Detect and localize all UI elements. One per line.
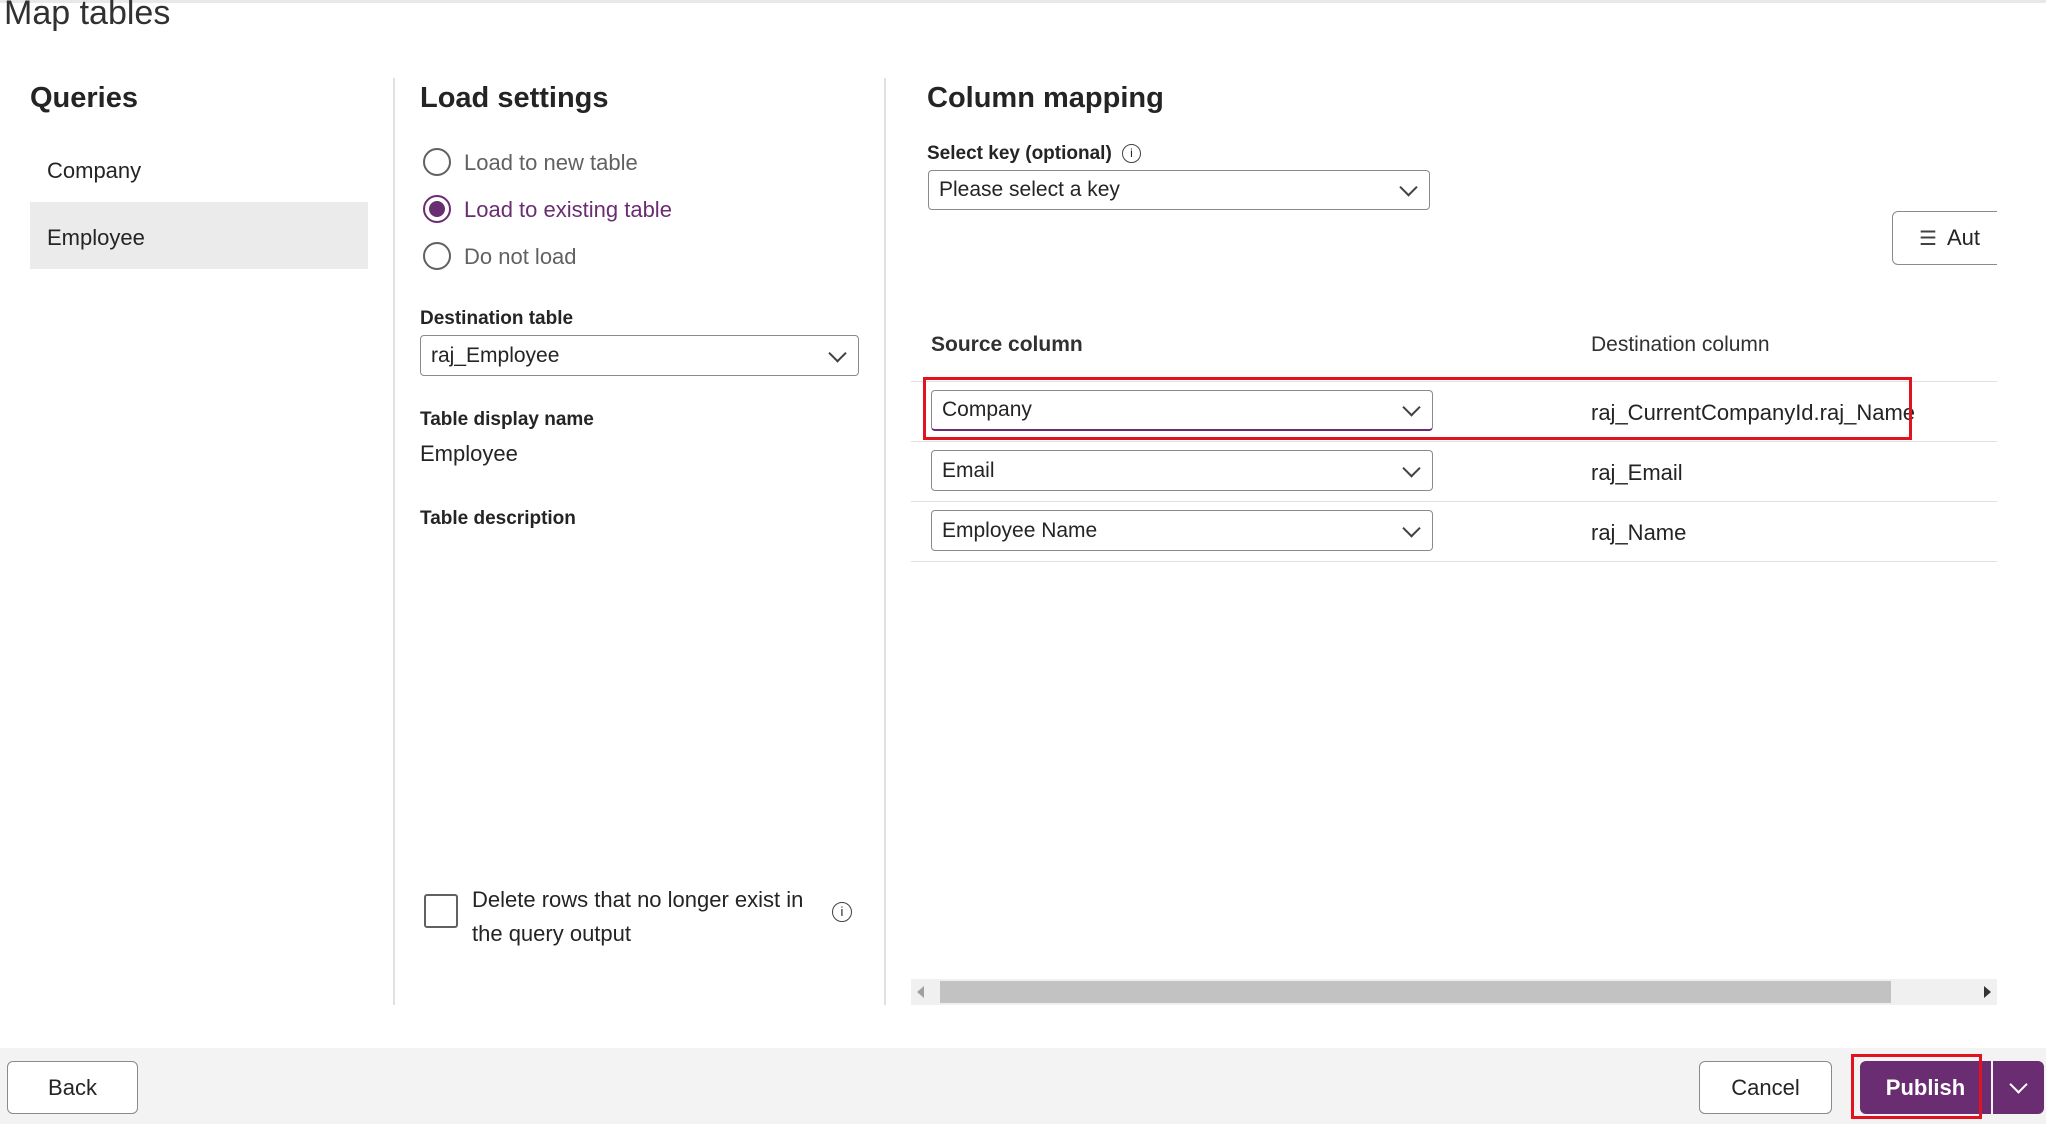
chevron-down-icon [1402, 458, 1421, 478]
info-icon[interactable]: i [832, 902, 852, 922]
destination-column-header: Destination column [1591, 333, 1770, 356]
destination-value: raj_Name [1591, 520, 1687, 545]
column-mapping-heading: Column mapping [927, 82, 1164, 114]
dropdown-value: raj_Employee [431, 343, 560, 367]
display-name-label: Table display name [420, 409, 594, 430]
query-item-employee[interactable]: Employee [30, 202, 368, 269]
row-divider [911, 561, 1997, 562]
source-dropdown-row-2[interactable]: Email [931, 450, 1433, 491]
queries-heading: Queries [30, 82, 138, 114]
delete-rows-checkbox[interactable] [424, 894, 458, 928]
back-button[interactable]: Back [7, 1061, 138, 1114]
radio-load-existing[interactable] [423, 195, 451, 223]
chevron-down-icon [828, 343, 847, 363]
chevron-down-icon [1402, 518, 1421, 538]
dropdown-value: Employee Name [942, 518, 1098, 542]
horizontal-scrollbar[interactable] [911, 979, 1997, 1005]
description-label: Table description [420, 508, 576, 529]
display-name-value: Employee [420, 441, 518, 466]
row-divider [911, 441, 1997, 442]
radio-load-new[interactable] [423, 148, 451, 176]
highlight-box [923, 377, 1912, 440]
dropdown-value: Email [942, 458, 995, 482]
source-column-header: Source column [931, 333, 1083, 356]
divider [393, 78, 395, 1005]
divider [884, 78, 886, 1005]
query-item-company[interactable]: Company [47, 158, 141, 184]
auto-map-label: Aut [1946, 225, 1980, 250]
scrollbar-thumb[interactable] [940, 981, 1891, 1003]
chevron-down-icon [1399, 178, 1418, 197]
row-divider [911, 501, 1997, 502]
top-border [0, 0, 2046, 3]
radio-label: Load to new table [464, 150, 638, 175]
destination-table-dropdown[interactable]: raj_Employee [420, 335, 859, 376]
select-key-label: Select key (optional) [927, 143, 1112, 164]
scroll-right-icon[interactable] [1984, 986, 1991, 998]
scroll-left-icon[interactable] [917, 986, 924, 998]
dropdown-placeholder: Please select a key [939, 178, 1120, 201]
publish-options-button[interactable] [1993, 1061, 2044, 1114]
delete-rows-label: Delete rows that no longer exist in the q… [472, 887, 804, 946]
highlight-box [1851, 1054, 1982, 1119]
auto-map-button[interactable]: ☰ Aut [1892, 211, 1997, 265]
destination-value: raj_Email [1591, 460, 1683, 485]
cancel-button[interactable]: Cancel [1699, 1061, 1832, 1114]
info-icon[interactable]: i [1122, 144, 1141, 163]
load-settings-heading: Load settings [420, 82, 609, 114]
chevron-down-icon [2009, 1075, 2028, 1094]
source-dropdown-row-3[interactable]: Employee Name [931, 510, 1433, 551]
destination-table-label: Destination table [420, 308, 574, 329]
radio-label: Do not load [464, 244, 577, 269]
select-key-dropdown[interactable]: Please select a key [928, 170, 1430, 210]
radio-label: Load to existing table [464, 197, 672, 222]
checklist-icon: ☰ [1919, 227, 1937, 250]
radio-do-not-load[interactable] [423, 242, 451, 270]
page-title: Map tables [4, 0, 171, 32]
